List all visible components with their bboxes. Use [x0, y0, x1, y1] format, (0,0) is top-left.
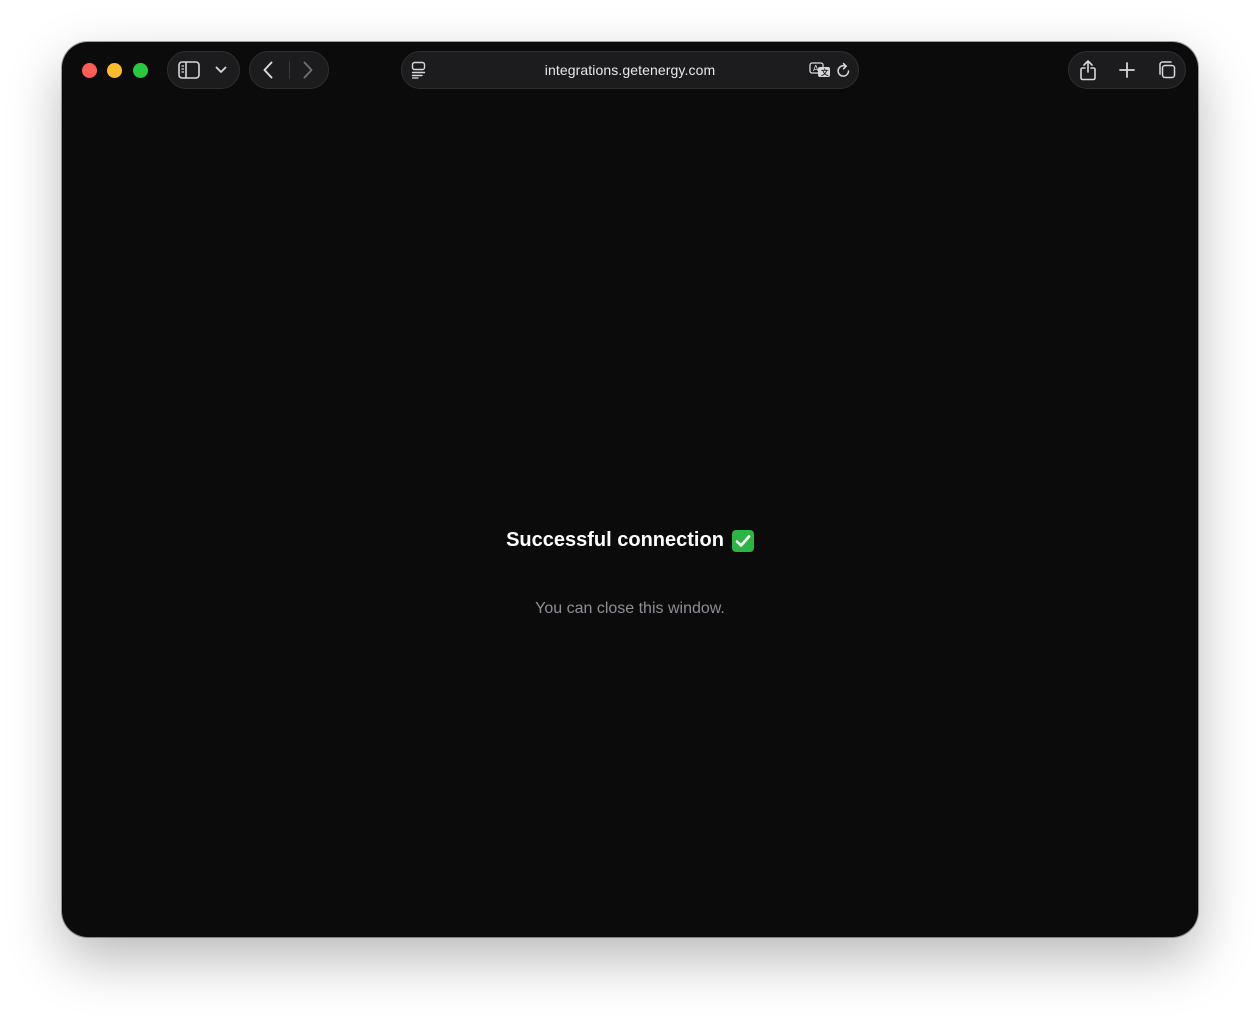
reload-icon[interactable]: [836, 62, 851, 78]
minimize-window-button[interactable]: [107, 63, 122, 78]
check-mark-icon: [731, 529, 754, 552]
tab-overview-icon[interactable]: [1156, 60, 1176, 80]
chevron-right-icon[interactable]: [303, 61, 313, 79]
share-icon[interactable]: [1079, 59, 1097, 81]
page-heading: Successful connection: [62, 529, 1198, 552]
sidebar-toggle-group: [167, 51, 240, 89]
window-actions-group: [1068, 51, 1186, 89]
translate-icon[interactable]: A 文: [809, 62, 831, 78]
page-content: Successful connection You can close this…: [62, 98, 1198, 937]
browser-window: integrations.getenergy.com A 文 Successfu…: [62, 42, 1198, 937]
url-text[interactable]: integrations.getenergy.com: [402, 52, 858, 88]
svg-text:文: 文: [821, 67, 829, 77]
sidebar-icon[interactable]: [178, 61, 200, 79]
heading-text: Successful connection: [506, 529, 724, 551]
chevron-left-icon[interactable]: [263, 61, 273, 79]
close-window-button[interactable]: [82, 63, 97, 78]
nav-divider: [289, 61, 290, 79]
navigation-group: [249, 51, 329, 89]
plus-icon[interactable]: [1118, 61, 1136, 79]
browser-toolbar: integrations.getenergy.com A 文: [62, 42, 1198, 98]
address-bar[interactable]: integrations.getenergy.com A 文: [401, 51, 859, 89]
page-subtext: You can close this window.: [535, 600, 725, 617]
maximize-window-button[interactable]: [133, 63, 148, 78]
chevron-down-icon[interactable]: [215, 66, 227, 74]
